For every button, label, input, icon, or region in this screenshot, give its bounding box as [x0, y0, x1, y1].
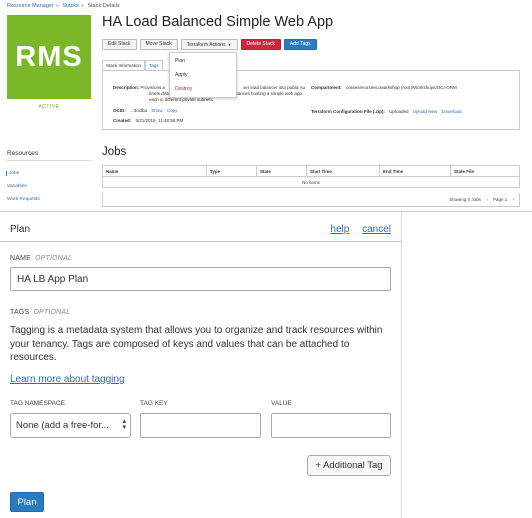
tag-value-input[interactable] [271, 413, 391, 438]
column-header-type[interactable]: Type [206, 165, 257, 177]
tag-namespace-value: None (add a free-for... [16, 420, 109, 431]
created-label: Created: [113, 118, 132, 123]
plan-submit-button[interactable]: Plan [10, 492, 44, 512]
tags-optional: OPTIONAL [33, 309, 71, 316]
stack-actions: Edit Stack Move Stack Terraform Actions ▼… [102, 39, 317, 50]
move-stack-button[interactable]: Move Stack [139, 39, 178, 50]
description-text-1: Provisions a [140, 85, 166, 90]
breadcrumb-stacks[interactable]: Stacks [62, 3, 79, 9]
ocid-value: ...3cidba [130, 108, 148, 113]
tag-namespace-select[interactable]: None (add a free-for... ▴ ▾ [10, 413, 131, 438]
cancel-link[interactable]: cancel [362, 224, 391, 235]
state-badge: ACTIVE [38, 104, 60, 110]
stack-information-panel: Description: Provisions a ver load balan… [102, 70, 520, 130]
jobs-table: Name Type State Start Time End Time Stat… [102, 165, 520, 188]
tags-label: TAGS OPTIONAL [10, 309, 70, 316]
download-link[interactable]: Download [442, 109, 462, 114]
additional-tag-button[interactable]: + Additional Tag [307, 455, 391, 476]
menu-item-destroy[interactable]: Destroy [170, 83, 236, 97]
terraform-actions-menu: Plan Apply Destroy [169, 52, 237, 98]
ocid-show-link[interactable]: Show [151, 108, 162, 113]
name-label-text: NAME [10, 255, 32, 262]
sidebar-item-variables[interactable]: Variables [7, 184, 27, 189]
tf-config-label: Terraform Configuration File (.zip): [311, 109, 385, 114]
menu-item-apply[interactable]: Apply [170, 69, 236, 83]
column-header-state[interactable]: State [256, 165, 307, 177]
add-tags-button[interactable]: Add Tags [283, 39, 317, 50]
column-header-start-time[interactable]: Start Time [306, 165, 380, 177]
delete-stack-button[interactable]: Delete Stack [240, 39, 281, 50]
compartment-row: Compartment: orasesenorseecowarkshop (ro… [311, 85, 457, 91]
ocid-row: OCID: ...3cidba Show Copy [113, 108, 177, 114]
name-optional: OPTIONAL [35, 255, 73, 262]
name-input[interactable] [10, 267, 391, 291]
terraform-actions-label: Terraform Actions [186, 42, 226, 48]
stack-logo: RMS [7, 15, 91, 99]
prev-page-button[interactable]: ‹ [486, 197, 488, 202]
breadcrumb-resource-manager[interactable]: Resource Manager [7, 3, 54, 9]
description-text-1b: ver load balancer into public su [243, 85, 306, 90]
empty-message: No items [302, 179, 320, 185]
tag-key-input[interactable] [140, 413, 261, 438]
description-label: Description: [113, 85, 140, 90]
created-value: 5/21/2019, 11:48:58 PM [135, 118, 184, 123]
name-label: NAME OPTIONAL [10, 255, 72, 262]
menu-item-plan[interactable]: Plan [170, 55, 236, 69]
pagination: Showing 0 Jobs ‹ Page 1 › [102, 193, 520, 207]
resources-divider [7, 160, 92, 161]
tf-config-value: Uploaded [389, 109, 409, 114]
breadcrumb: Resource Manager» Stacks» Stack Details [7, 3, 122, 9]
sidebar-item-work-requests[interactable]: Work Requests [7, 197, 40, 202]
help-link[interactable]: help [330, 224, 349, 235]
tag-namespace-label: TAG NAMESPACE [10, 400, 66, 407]
edit-stack-button[interactable]: Edit Stack [102, 39, 137, 50]
breadcrumb-separator: » [80, 3, 84, 9]
breadcrumb-stack-details: Stack Details [87, 3, 120, 9]
panel-links: help cancel [320, 224, 391, 235]
upload-new-link[interactable]: Upload New [413, 109, 438, 114]
table-row: No items [103, 177, 520, 188]
tags-label-text: TAGS [10, 309, 30, 316]
tag-value-label: VALUE [271, 400, 292, 407]
tags-description: Tagging is a metadata system that allows… [10, 325, 383, 363]
page-number: Page 1 [492, 197, 508, 202]
select-arrows-icon: ▴ ▾ [122, 418, 126, 431]
showing-count: Showing 0 Jobs [449, 197, 481, 202]
learn-more-link[interactable]: Learn more about tagging [10, 374, 125, 385]
breadcrumb-separator: » [55, 3, 59, 9]
compartment-label: Compartment: [311, 85, 342, 90]
panel-title: Plan [10, 224, 31, 235]
page-title: HA Load Balanced Simple Web App [102, 14, 334, 30]
resources-title: Resources [7, 150, 39, 157]
column-header-name[interactable]: Name [102, 165, 207, 177]
jobs-title: Jobs [102, 146, 127, 158]
logo-text: RMS [15, 40, 83, 73]
compartment-value: orasesenorseecowarkshop (root)/Workshops… [346, 85, 457, 90]
chevron-down-icon: ▼ [227, 42, 232, 47]
panel-header: Plan help cancel [0, 212, 402, 242]
terraform-actions-button[interactable]: Terraform Actions ▼ [180, 39, 238, 50]
info-tabs: Stack Information Tags [102, 60, 163, 70]
column-header-state-file[interactable]: State File [450, 165, 520, 177]
created-row: Created: 5/21/2019, 11:48:58 PM [113, 118, 183, 124]
table-header-row: Name Type State Start Time End Time Stat… [102, 165, 520, 177]
tf-config-row: Terraform Configuration File (.zip): Upl… [311, 109, 462, 115]
ocid-copy-link[interactable]: Copy [167, 108, 178, 113]
ocid-label: OCID: [113, 108, 126, 113]
column-header-end-time[interactable]: End Time [379, 165, 451, 177]
next-page-button[interactable]: › [513, 197, 515, 202]
sidebar-item-jobs[interactable]: Jobs [6, 171, 19, 176]
tag-key-label: TAG KEY [140, 400, 168, 407]
tab-stack-information[interactable]: Stack Information [102, 60, 146, 70]
tab-tags[interactable]: Tags [145, 60, 163, 70]
